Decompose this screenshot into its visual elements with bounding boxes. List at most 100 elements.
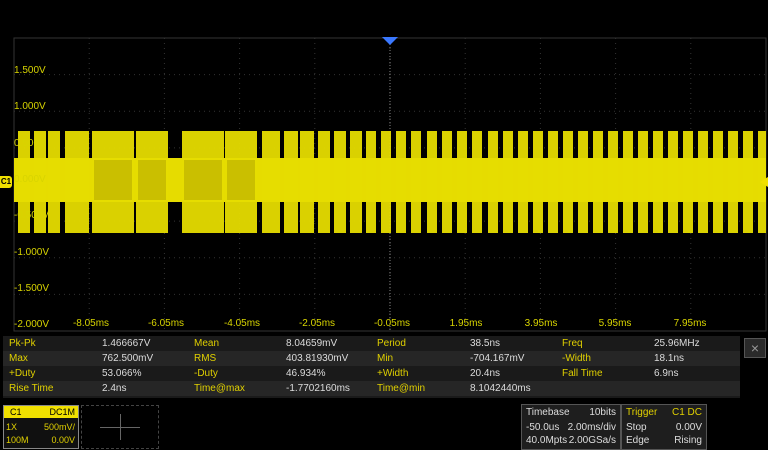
waveform-burst: [563, 131, 573, 233]
waveform-burst: [593, 131, 603, 233]
close-measurements-icon[interactable]: ×: [744, 338, 766, 358]
y-label: 1.500V: [14, 65, 46, 76]
trigger-panel[interactable]: Trigger C1 DC Stop 0.00V Edge Rising: [621, 404, 707, 450]
waveform-burst: [548, 131, 558, 233]
measurement-value: -704.167mV: [470, 353, 525, 364]
timebase-memory: 40.0Mpts: [526, 435, 568, 446]
waveform-shade: [138, 160, 166, 200]
trigger-type: Edge: [626, 435, 650, 446]
trigger-position-icon[interactable]: [382, 37, 398, 45]
measurement-row: Max 762.500mV RMS 403.81930mV Min -704.1…: [3, 351, 740, 366]
waveform-burst: [300, 131, 314, 233]
measurement-label: Max: [9, 353, 28, 364]
channel-name: C1: [10, 407, 22, 417]
measurement-row: Rise Time 2.4ns Time@max -1.7702160ms Ti…: [3, 381, 740, 396]
measurement-label: Fall Time: [562, 368, 603, 379]
measurement-value: 8.04659mV: [286, 338, 338, 349]
y-label: -1.500V: [14, 283, 50, 294]
trigger-state: Stop: [626, 422, 647, 433]
waveform-burst: [713, 131, 723, 233]
measurement-label: +Duty: [9, 368, 36, 379]
measurement-label: +Width: [377, 368, 409, 379]
x-label: -8.05ms: [72, 318, 110, 329]
channel-scale: 500mV/: [43, 422, 75, 432]
measurement-panel: Pk-Pk 1.466667V Mean 8.04659mV Period 38…: [3, 336, 740, 398]
y-label: 0.500V: [14, 138, 46, 149]
waveform-burst: [350, 131, 362, 233]
measurement-value: 6.9ns: [654, 368, 679, 379]
waveform-burst: [683, 131, 693, 233]
waveform-burst: [533, 131, 543, 233]
waveform-burst: [608, 131, 618, 233]
trigger-source: C1 DC: [671, 407, 702, 418]
channel-bandwidth: 100M: [6, 435, 29, 445]
waveform-burst: [668, 131, 678, 233]
waveform-shade: [227, 160, 255, 200]
channel-offset: 0.00V: [51, 435, 75, 445]
y-label: -0.500V: [14, 210, 50, 221]
measurement-value: 762.500mV: [102, 353, 154, 364]
measurement-label: -Width: [562, 353, 591, 364]
x-label: -6.05ms: [147, 318, 185, 329]
waveform-burst: [743, 131, 753, 233]
timebase-title: Timebase: [526, 407, 570, 418]
waveform-burst: [427, 131, 437, 233]
waveform-burst: [578, 131, 588, 233]
measurement-value: 8.1042440ms: [470, 383, 531, 394]
waveform-burst: [472, 131, 482, 233]
channel-1-header: C1 DC1M: [4, 406, 78, 418]
waveform-burst: [396, 131, 406, 233]
x-label: -2.05ms: [298, 318, 336, 329]
timebase-bits: 10bits: [589, 407, 616, 418]
x-label: 7.95ms: [673, 318, 707, 329]
add-channel-slot[interactable]: [81, 405, 159, 449]
measurement-value: 20.4ns: [470, 368, 501, 379]
channel-offset-marker[interactable]: C1: [0, 176, 12, 188]
waveform-burst: [518, 131, 528, 233]
waveform-burst: [366, 131, 376, 233]
trigger-title: Trigger: [626, 407, 658, 418]
timebase-panel[interactable]: Timebase 10bits -50.0us 2.00ms/div 40.0M…: [521, 404, 621, 450]
trigger-slope: Rising: [674, 435, 702, 446]
x-label: -4.05ms: [223, 318, 261, 329]
waveform-burst: [318, 131, 330, 233]
timebase-scale: 2.00ms/div: [567, 422, 616, 433]
waveform-burst: [334, 131, 346, 233]
x-label: 1.95ms: [449, 318, 483, 329]
waveform-burst: [638, 131, 648, 233]
channel-1-settings[interactable]: C1 DC1M 1X 500mV/ 100M 0.00V: [3, 405, 79, 449]
measurement-label: Min: [377, 353, 394, 364]
waveform-burst: [65, 131, 89, 233]
timebase-delay: -50.0us: [526, 422, 560, 433]
waveform-burst: [623, 131, 633, 233]
trigger-level: 0.00V: [675, 422, 702, 433]
measurement-label: -Duty: [194, 368, 218, 379]
waveform-burst: [488, 131, 498, 233]
measurement-value: -1.7702160ms: [286, 383, 350, 394]
channel-level-arrow-icon[interactable]: [760, 177, 768, 187]
measurement-value: 18.1ns: [654, 353, 685, 364]
timebase-sample-rate: 2.00GSa/s: [568, 435, 616, 446]
waveform-burst: [411, 131, 421, 233]
waveform-burst: [728, 131, 738, 233]
waveform-display[interactable]: 1.500V 1.000V 0.500V 0.000V -0.500V -1.0…: [0, 0, 768, 336]
measurement-value: 25.96MHz: [654, 338, 700, 349]
measurement-value: 2.4ns: [102, 383, 127, 394]
measurement-value: 1.466667V: [102, 338, 151, 349]
y-label: 1.000V: [14, 101, 46, 112]
measurement-label: Freq: [562, 338, 583, 349]
channel-probe: 1X: [6, 422, 18, 432]
measurement-row: Pk-Pk 1.466667V Mean 8.04659mV Period 38…: [3, 336, 740, 351]
waveform-shade: [94, 160, 132, 200]
x-label: 5.95ms: [598, 318, 632, 329]
x-label: 3.95ms: [524, 318, 558, 329]
waveform-shade: [184, 160, 222, 200]
waveform-canvas: [13, 37, 767, 332]
measurement-value: 53.066%: [102, 368, 142, 379]
waveform-burst: [653, 131, 663, 233]
x-label: -0.05ms: [373, 318, 411, 329]
measurement-label: RMS: [194, 353, 217, 364]
measurement-label: Time@min: [377, 383, 426, 394]
measurement-label: Time@max: [194, 383, 245, 394]
waveform-burst: [48, 131, 60, 233]
